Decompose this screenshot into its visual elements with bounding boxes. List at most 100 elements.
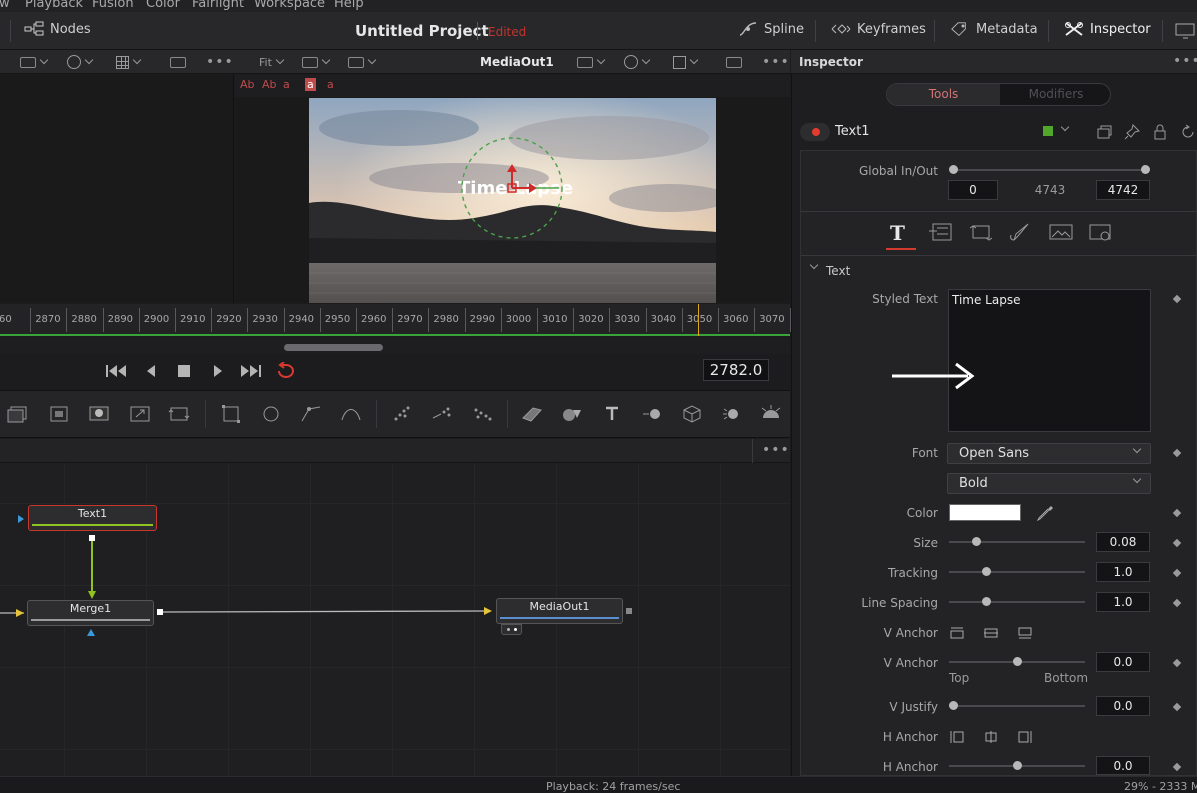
menu-item-workspace[interactable]: Workspace <box>254 0 325 11</box>
transform-gizmo[interactable] <box>455 132 575 244</box>
text-tool-1[interactable]: Ab <box>240 78 255 91</box>
tool-color-chip[interactable] <box>1043 126 1053 136</box>
tool-enable-toggle[interactable] <box>800 123 830 141</box>
settings-tab-icon[interactable] <box>1088 222 1114 242</box>
lock-icon[interactable] <box>1152 124 1168 140</box>
h-anchor-field[interactable]: 0.0 <box>1096 756 1150 775</box>
versions-icon[interactable] <box>1096 124 1112 140</box>
play-icon[interactable] <box>212 364 224 378</box>
text-tool-3[interactable]: a <box>283 78 290 91</box>
particle-merge-icon[interactable] <box>471 404 493 424</box>
shape-3d-icon[interactable] <box>561 404 583 424</box>
reset-icon[interactable] <box>1180 124 1196 140</box>
merge-3d-icon[interactable] <box>641 404 663 424</box>
loop-icon[interactable] <box>274 362 298 380</box>
text-tab-icon[interactable]: T <box>890 221 905 245</box>
font-dropdown[interactable]: Open Sans <box>947 443 1151 464</box>
text-tool-2[interactable]: Ab <box>262 78 277 91</box>
viewer-channel-dropdown[interactable] <box>67 54 94 70</box>
go-to-start-icon[interactable] <box>105 364 127 378</box>
time-ruler[interactable]: 60 2870 2880 2890 2900 2910 2920 2930 2940 2950 29… <box>0 304 802 336</box>
anchor-left-icon[interactable] <box>950 731 964 743</box>
viewer-roi-dropdown[interactable] <box>348 54 377 70</box>
viewer-indicator[interactable] <box>501 624 522 635</box>
text-3d-icon[interactable] <box>601 404 623 424</box>
menu-item-playback[interactable]: Playback <box>25 0 83 11</box>
global-in-field[interactable]: 0 <box>948 180 998 200</box>
v-justify-slider[interactable] <box>949 705 1085 707</box>
viewer2-aspect-button[interactable] <box>726 54 742 70</box>
viewer-more-button[interactable]: ••• <box>206 54 234 70</box>
global-in-knob[interactable] <box>949 165 958 174</box>
color-swatch[interactable] <box>949 504 1021 521</box>
v-justify-slider-knob[interactable] <box>949 701 958 710</box>
bspline-mask-icon[interactable] <box>340 404 362 424</box>
tracking-slider-knob[interactable] <box>982 567 992 576</box>
nodes-button[interactable]: Nodes <box>24 21 91 37</box>
inspector-more-button[interactable]: ••• <box>1173 53 1197 69</box>
particle-render-icon[interactable] <box>431 404 453 424</box>
viewer2-more-button[interactable]: ••• <box>762 54 790 70</box>
chevron-down-icon[interactable] <box>1060 122 1070 132</box>
global-out-field[interactable]: 4742 <box>1096 180 1150 200</box>
anchor-center-icon[interactable] <box>984 627 998 639</box>
viewer2-grid-dropdown[interactable] <box>673 54 699 70</box>
text-tool-5[interactable]: a <box>327 78 334 91</box>
line-spacing-field[interactable]: 1.0 <box>1096 592 1150 612</box>
stop-icon[interactable] <box>177 364 191 378</box>
resize-tool-icon[interactable] <box>129 404 151 424</box>
h-anchor-slider-knob[interactable] <box>1012 761 1022 770</box>
shading-tab-icon[interactable] <box>1008 222 1034 242</box>
global-out-knob[interactable] <box>1141 165 1150 174</box>
current-frame-field[interactable]: 2782.0 <box>703 359 769 381</box>
anchor-top-icon[interactable] <box>950 627 964 639</box>
image-plane-icon[interactable] <box>88 404 110 424</box>
text-tool-4[interactable]: a <box>305 78 316 91</box>
global-inout-slider[interactable] <box>953 169 1145 171</box>
tracking-slider[interactable] <box>949 571 1085 573</box>
styled-text-input[interactable]: Time Lapse <box>948 289 1151 432</box>
menu-item-fairlight[interactable]: Fairlight <box>192 0 244 11</box>
text1-node[interactable]: Text1 <box>28 505 157 531</box>
rectangle-mask-icon[interactable] <box>220 404 242 424</box>
metadata-button[interactable]: Metadata <box>950 21 1038 37</box>
tab-modifiers[interactable]: Modifiers <box>1001 84 1110 105</box>
spline-button[interactable]: Spline <box>738 21 804 37</box>
tab-tools[interactable]: Tools <box>887 84 1000 105</box>
viewer-aspect-button[interactable] <box>170 54 186 70</box>
timeline-scrollbar-thumb[interactable] <box>284 344 383 351</box>
size-field[interactable]: 0.08 <box>1096 532 1150 552</box>
viewer-layout-dropdown[interactable] <box>20 54 49 70</box>
viewer-grid-dropdown[interactable] <box>116 54 142 70</box>
size-slider-knob[interactable] <box>971 537 981 546</box>
viewer2-channel-dropdown[interactable] <box>624 54 651 70</box>
keyframes-button[interactable]: Keyframes <box>831 21 926 37</box>
size-slider[interactable] <box>949 541 1085 543</box>
image-plane-3d-icon[interactable] <box>521 404 543 424</box>
light-3d-icon[interactable] <box>721 404 743 424</box>
font-style-dropdown[interactable]: Bold <box>947 473 1151 494</box>
line-spacing-slider[interactable] <box>949 601 1085 603</box>
fit-dropdown[interactable]: Fit <box>259 54 285 70</box>
text-section-header[interactable]: Text <box>826 264 850 278</box>
background-tool-icon[interactable] <box>7 404 29 424</box>
pin-icon[interactable] <box>1124 124 1140 140</box>
anchor-bottom-icon[interactable] <box>1018 627 1032 639</box>
menu-item-help[interactable]: Help <box>334 0 364 11</box>
playhead-marker[interactable] <box>698 304 699 336</box>
menu-item-color[interactable]: Color <box>146 0 180 11</box>
menu-item-view[interactable]: w <box>0 0 10 11</box>
anchor-right-icon[interactable] <box>1018 731 1032 743</box>
particle-emitter-icon[interactable] <box>391 404 413 424</box>
play-reverse-icon[interactable] <box>145 364 157 378</box>
menu-item-fusion[interactable]: Fusion <box>92 0 134 11</box>
viewer2-layout-dropdown[interactable] <box>577 54 606 70</box>
anchor-hcenter-icon[interactable] <box>984 731 998 743</box>
eyedropper-icon[interactable] <box>1036 505 1054 521</box>
ellipse-mask-icon[interactable] <box>260 404 282 424</box>
mediaout1-node[interactable]: MediaOut1 <box>496 598 623 624</box>
viewer-split-dropdown[interactable] <box>302 54 331 70</box>
timeline-scrollbar-track[interactable] <box>0 338 790 354</box>
inspector-button[interactable]: Inspector <box>1064 21 1151 37</box>
left-viewer[interactable] <box>0 75 234 303</box>
